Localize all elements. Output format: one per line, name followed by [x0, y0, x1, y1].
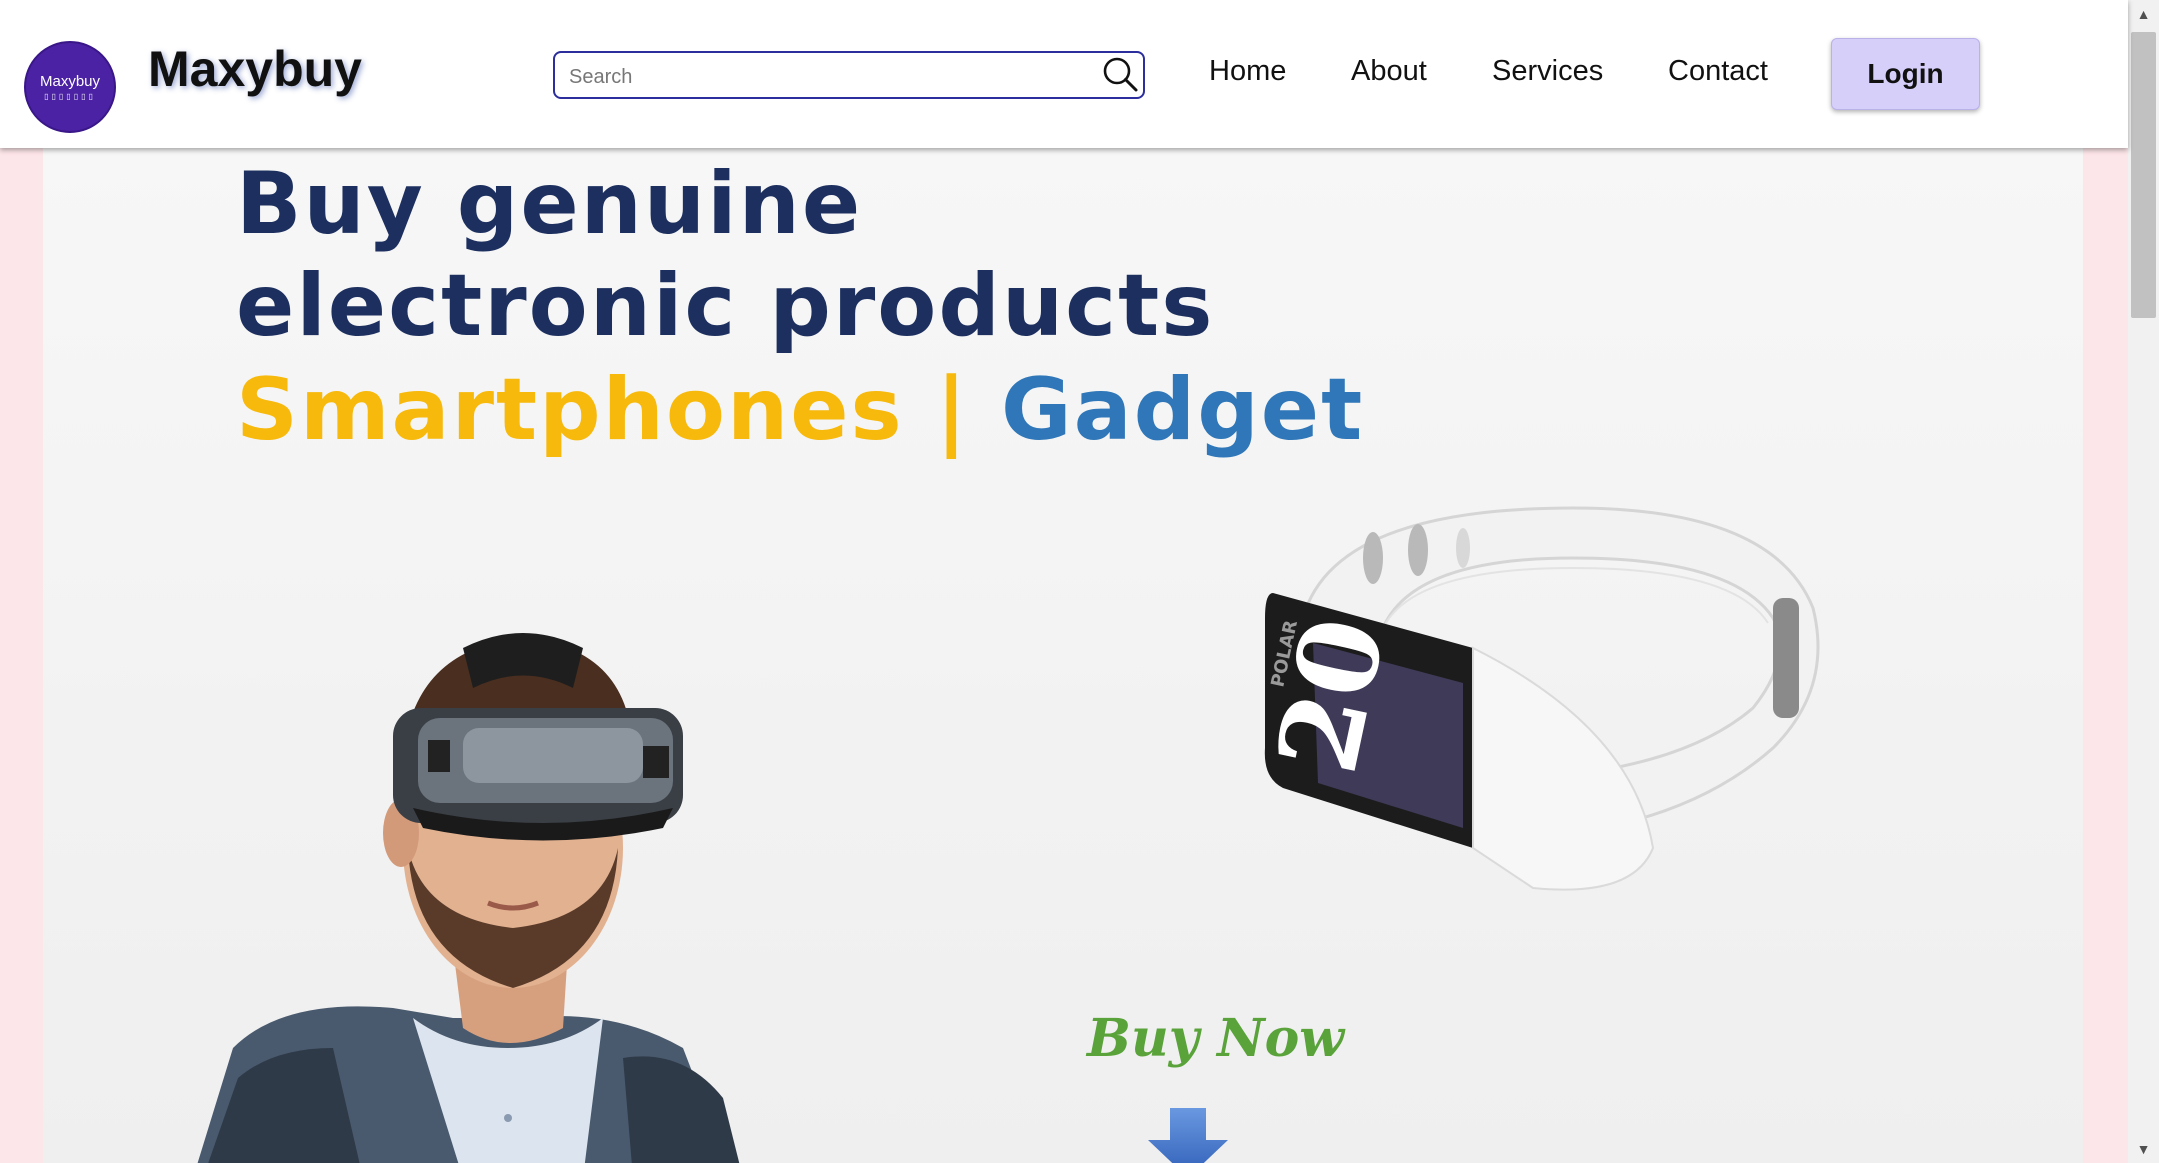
logo[interactable]: Maxybuy ▯▯▯▯▯▯▯ [24, 41, 116, 133]
logo-text: Maxybuy [39, 73, 101, 90]
login-button[interactable]: Login [1831, 38, 1980, 110]
search-input[interactable] [567, 61, 1091, 93]
brand-name[interactable]: Maxybuy [148, 40, 362, 98]
headline-line-3: Smartphones | Gadget [236, 360, 1364, 460]
nav-home[interactable]: Home [1209, 55, 1286, 88]
hero-banner: Buy genuine electronic products Smartpho… [43, 148, 2083, 1163]
search-icon[interactable] [1101, 55, 1139, 93]
top-navbar: Maxybuy ▯▯▯▯▯▯▯ Maxybuy Home About Servi… [0, 0, 2128, 148]
buy-now-link[interactable]: Buy Now [1087, 1008, 1344, 1069]
scroll-up-arrow-icon[interactable]: ▲ [2128, 0, 2159, 28]
headline-smartphones: Smartphones [236, 360, 904, 460]
headline-separator: | [935, 360, 970, 460]
fitness-band-image: POLAR 20 [1252, 506, 1820, 891]
logo-subtext: ▯▯▯▯▯▯▯ [44, 92, 96, 101]
headline-line-2: electronic products [236, 256, 1215, 356]
down-arrow-icon[interactable] [1148, 1108, 1228, 1163]
headline-gadget: Gadget [1001, 360, 1365, 460]
page-scrollbar[interactable]: ▲ ▼ [2128, 0, 2159, 1163]
nav-services[interactable]: Services [1492, 55, 1603, 88]
scroll-thumb[interactable] [2131, 32, 2156, 318]
headline-line-1: Buy genuine [236, 154, 863, 254]
nav-about[interactable]: About [1351, 55, 1427, 88]
search-box [553, 51, 1145, 99]
scroll-down-arrow-icon[interactable]: ▼ [2128, 1135, 2159, 1163]
vr-headset-person-image [197, 633, 740, 1163]
nav-contact[interactable]: Contact [1668, 55, 1768, 88]
